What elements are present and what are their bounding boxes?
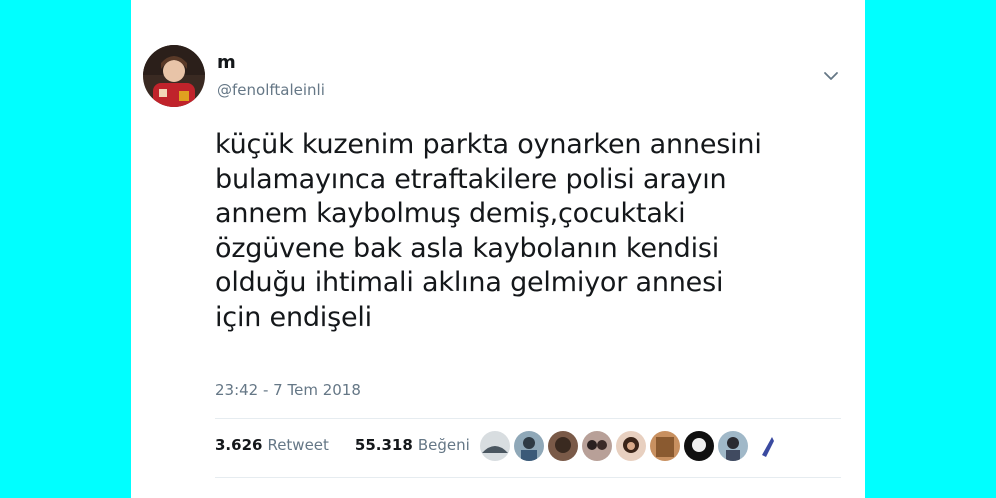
- liker-avatars: [480, 431, 782, 461]
- like-stat[interactable]: 55.318 Beğeni: [355, 436, 470, 454]
- tweet-text: küçük kuzenim parkta oynarken annesini b…: [215, 129, 762, 333]
- avatar[interactable]: [143, 45, 205, 107]
- display-name[interactable]: m: [217, 52, 236, 73]
- divider: [215, 477, 841, 478]
- tweet-card: m @fenolftaleinli küçük kuzenim parkta o…: [131, 0, 865, 498]
- chevron-down-icon[interactable]: [821, 66, 841, 86]
- liker-avatar[interactable]: [582, 431, 612, 461]
- tweet-timestamp[interactable]: 23:42 - 7 Tem 2018: [215, 381, 361, 399]
- liker-avatar[interactable]: [480, 431, 510, 461]
- liker-avatar[interactable]: [718, 431, 748, 461]
- like-label: Beğeni: [417, 436, 470, 454]
- liker-avatar[interactable]: [752, 431, 782, 461]
- divider: [215, 418, 841, 419]
- liker-avatar[interactable]: [514, 431, 544, 461]
- user-handle[interactable]: @fenolftaleinli: [217, 81, 325, 99]
- like-count: 55.318: [354, 436, 413, 454]
- retweet-count: 3.626: [215, 436, 263, 454]
- liker-avatar[interactable]: [650, 431, 680, 461]
- liker-avatar[interactable]: [684, 431, 714, 461]
- retweet-label: Retweet: [267, 436, 329, 454]
- liker-avatar[interactable]: [616, 431, 646, 461]
- liker-avatar[interactable]: [548, 431, 578, 461]
- retweet-stat[interactable]: 3.626 Retweet: [215, 436, 329, 454]
- engagement-stats: 3.626 Retweet 55.318 Beğeni: [215, 436, 470, 454]
